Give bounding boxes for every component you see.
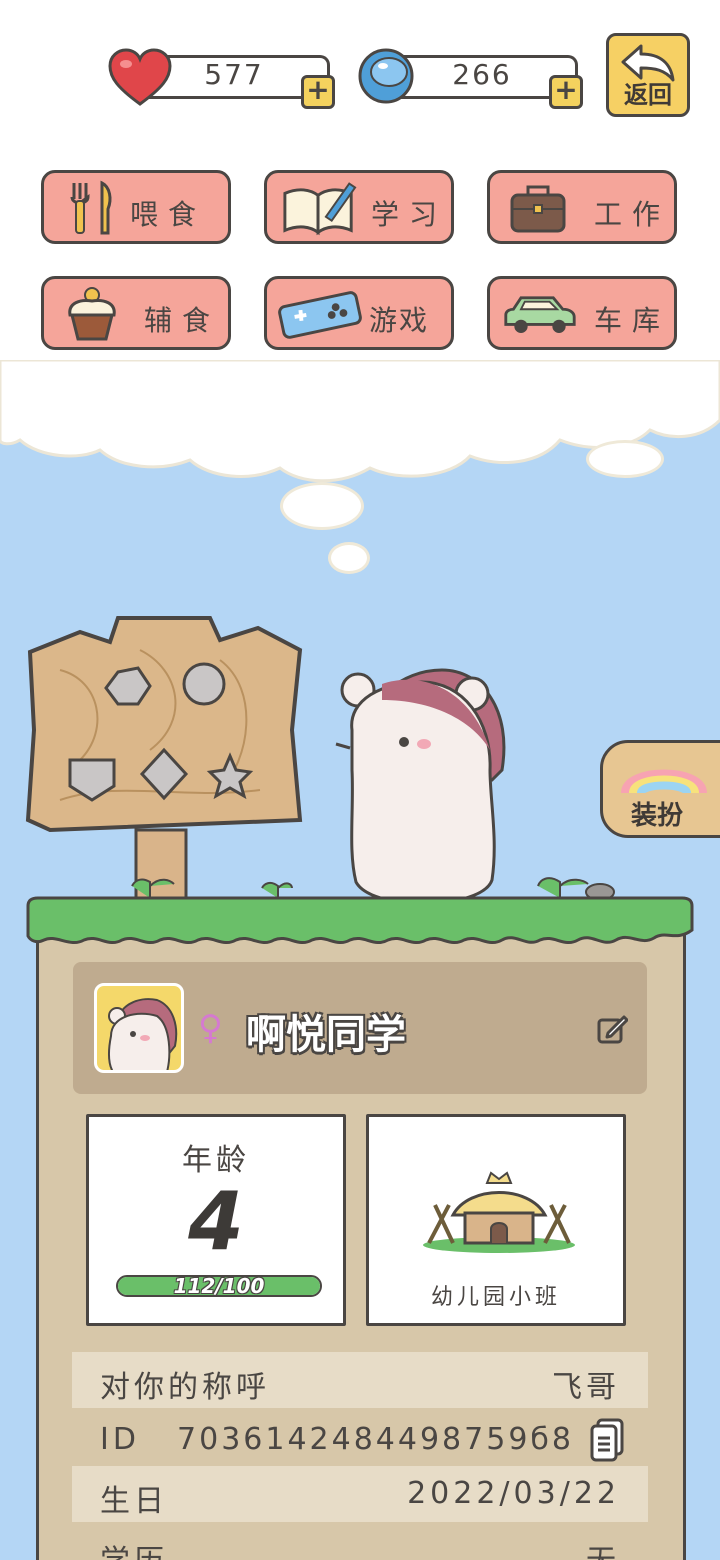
garage-button[interactable]: 车库: [487, 276, 677, 350]
gamepad-icon: [278, 291, 362, 339]
feed-label: 喂食: [130, 198, 207, 231]
badge-signboard[interactable]: [20, 610, 310, 900]
dress-up-label: 装扮: [631, 801, 684, 831]
school-card[interactable]: 幼儿园小班: [366, 1114, 626, 1326]
dress-up-button[interactable]: 装扮: [600, 740, 720, 838]
age-progress-text: 112/100: [173, 1275, 265, 1297]
feed-button[interactable]: 喂食: [41, 170, 231, 244]
car-icon: [504, 296, 576, 333]
education-label: 学历: [100, 1536, 168, 1560]
back-label: 返回: [624, 81, 672, 109]
avatar[interactable]: [94, 983, 184, 1073]
id-label: ID: [100, 1422, 140, 1457]
hedgehog-avatar-icon: [108, 998, 178, 1070]
education-row: 学历 无: [72, 1526, 648, 1560]
birthday-value: 2022/03/22: [407, 1476, 620, 1511]
hut-icon: [423, 1171, 575, 1253]
birthday-label: 生日: [100, 1484, 168, 1519]
call-name-value: 飞哥: [552, 1370, 620, 1405]
sprout-decoration: [131, 877, 615, 898]
age-card: 年龄 4 112/100: [86, 1114, 346, 1326]
gem-icon: [358, 48, 414, 104]
age-value: 4: [188, 1175, 244, 1268]
female-gender-icon: ♀: [198, 1008, 223, 1048]
game-label: 游戏: [369, 304, 430, 337]
grass-strip: [26, 896, 694, 945]
snack-button[interactable]: 辅食: [41, 276, 231, 350]
edit-icon[interactable]: [596, 1013, 628, 1045]
age-label: 年龄: [182, 1143, 250, 1178]
add-gems-button[interactable]: +: [549, 75, 583, 109]
small-cloud: [328, 542, 370, 574]
age-progress-bar: 112/100: [116, 1275, 322, 1297]
birthday-row: 生日 2022/03/22: [72, 1466, 648, 1522]
garage-label: 车库: [594, 304, 671, 337]
work-button[interactable]: 工作: [487, 170, 677, 244]
small-cloud: [280, 482, 364, 530]
id-row: ID 7036142484498759б8: [72, 1412, 648, 1468]
fork-knife-icon: [70, 180, 112, 235]
add-hearts-button[interactable]: +: [301, 75, 335, 109]
small-cloud: [586, 440, 664, 478]
briefcase-icon: [510, 185, 566, 233]
study-label: 学习: [371, 198, 448, 231]
heart-icon: [108, 48, 172, 106]
book-icon: [283, 182, 357, 236]
hearts-value: 577: [204, 58, 264, 91]
back-button[interactable]: 返回: [606, 33, 690, 117]
rainbow-icon: [621, 769, 707, 795]
copy-icon[interactable]: [590, 1418, 624, 1462]
call-name-row[interactable]: 对你的称呼 飞哥: [72, 1352, 648, 1408]
id-value: 7036142484498759б8: [177, 1422, 574, 1457]
profile-nickname: 啊悦同学: [246, 1012, 406, 1058]
badge-slot: [182, 662, 226, 706]
study-button[interactable]: 学习: [264, 170, 454, 244]
cupcake-icon: [68, 287, 116, 341]
education-value: 无: [586, 1536, 620, 1560]
gems-value: 266: [452, 58, 512, 91]
work-label: 工作: [594, 198, 671, 231]
cloud-edge: [0, 360, 720, 483]
game-button[interactable]: 游戏: [264, 276, 454, 350]
snack-label: 辅食: [144, 304, 221, 337]
school-level: 幼儿园小班: [430, 1285, 561, 1310]
call-name-label: 对你的称呼: [100, 1370, 270, 1405]
